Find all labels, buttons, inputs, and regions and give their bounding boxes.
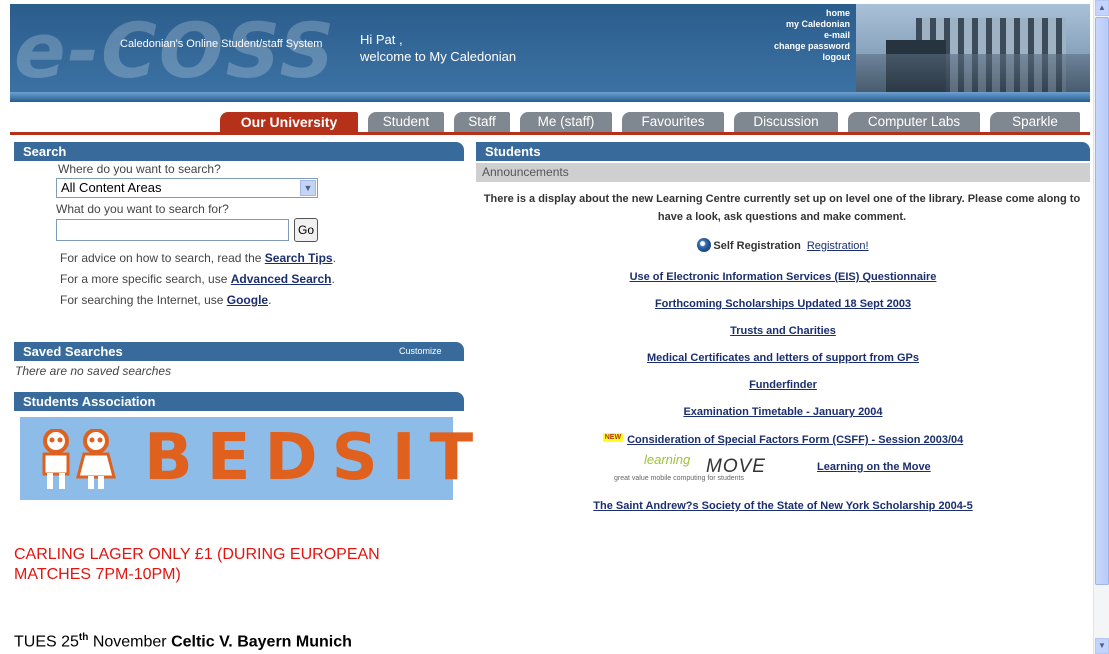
greeting-line-1: Hi Pat ,	[360, 32, 403, 47]
lotm-logo-tagline: great value mobile computing for student…	[614, 475, 744, 482]
search-area-value: All Content Areas	[61, 180, 162, 195]
registration-link[interactable]: Registration!	[807, 240, 869, 252]
tab-discussion[interactable]: Discussion	[724, 112, 838, 132]
tab-me-staff[interactable]: Me (staff)	[510, 112, 612, 132]
tab-favourites[interactable]: Favourites	[612, 112, 724, 132]
people-icon	[42, 429, 116, 489]
google-search-prefix: For searching the Internet, use	[60, 293, 227, 307]
page: e-COSS Caledonian's Online Student/staff…	[0, 0, 1109, 654]
fixture-match: Celtic V. Bayern Munich	[171, 633, 352, 651]
search-tips-line: For advice on how to search, read the Se…	[60, 251, 336, 265]
students-panel-title: Students	[476, 142, 1090, 161]
search-area-select[interactable]: All Content Areas ▼	[56, 178, 318, 198]
advanced-search-link[interactable]: Advanced Search	[231, 272, 332, 286]
scroll-down-icon[interactable]: ▼	[1095, 638, 1109, 654]
bedsit-banner-text: BEDSIT	[144, 421, 488, 495]
fixture-text: TUES 25th November Celtic V. Bayern Muni…	[14, 632, 352, 651]
change-password-link[interactable]: change password	[770, 41, 850, 52]
period: .	[268, 293, 272, 307]
home-link[interactable]: home	[770, 8, 850, 19]
my-caledonian-link[interactable]: my Caledonian	[770, 19, 850, 30]
exam-timetable-link[interactable]: Examination Timetable - January 2004	[683, 406, 882, 418]
tab-computer-labs[interactable]: Computer Labs	[838, 112, 980, 132]
search-tips-prefix: For advice on how to search, read the	[60, 251, 265, 265]
new-badge: NEW	[602, 433, 624, 442]
google-search-line: For searching the Internet, use Google.	[60, 293, 271, 307]
csff-link[interactable]: Consideration of Special Factors Form (C…	[627, 434, 963, 446]
tab-student[interactable]: Student	[358, 112, 444, 132]
saint-andrews-item: The Saint Andrew?s Society of the State …	[476, 500, 1090, 512]
advanced-search-prefix: For a more specific search, use	[60, 272, 231, 286]
what-label: What do you want to search for?	[56, 202, 229, 216]
trusts-charities-link[interactable]: Trusts and Charities	[730, 325, 836, 337]
header-banner: e-COSS Caledonian's Online Student/staff…	[10, 4, 1090, 102]
site-tagline: Caledonian's Online Student/staff System	[120, 38, 323, 50]
learning-on-the-move-logo: learning MOVE great value mobile computi…	[614, 452, 784, 488]
logout-link[interactable]: logout	[770, 52, 851, 63]
exam-timetable-item: Examination Timetable - January 2004	[476, 406, 1090, 418]
campus-building-photo	[856, 4, 1090, 94]
tab-our-university[interactable]: Our University	[210, 112, 358, 132]
chevron-down-icon[interactable]: ▼	[300, 180, 316, 196]
students-association-title: Students Association	[14, 392, 464, 411]
saved-searches-title: Saved Searches	[14, 342, 464, 361]
user-greeting: Hi Pat , welcome to My Caledonian	[360, 31, 516, 65]
learning-on-the-move-item: Learning on the Move	[817, 461, 931, 473]
no-saved-searches-text: There are no saved searches	[15, 364, 172, 378]
self-registration-line: Self Registration Registration!	[476, 238, 1090, 252]
trusts-charities-item: Trusts and Charities	[476, 325, 1090, 337]
learning-on-the-move-link[interactable]: Learning on the Move	[817, 461, 931, 473]
fixture-day-suffix: th	[78, 632, 89, 643]
globe-icon	[697, 238, 712, 252]
period: .	[332, 251, 336, 265]
announcement-text: There is a display about the new Learnin…	[483, 193, 1081, 223]
announcements-header: Announcements	[476, 163, 1090, 182]
scrollbar-thumb[interactable]	[1095, 17, 1109, 585]
promo-text: CARLING LAGER ONLY £1 (DURING EUROPEAN M…	[14, 546, 380, 583]
medical-certificates-link[interactable]: Medical Certificates and letters of supp…	[647, 352, 919, 364]
scholarships-item: Forthcoming Scholarships Updated 18 Sept…	[476, 298, 1090, 310]
eis-questionnaire-item: Use of Electronic Information Services (…	[476, 271, 1090, 283]
medical-certificates-item: Medical Certificates and letters of supp…	[476, 352, 1090, 364]
lotm-logo-word-1: learning	[644, 452, 691, 467]
where-label: Where do you want to search?	[58, 162, 221, 176]
tab-bar: Our University Student Staff Me (staff) …	[10, 112, 1090, 135]
go-button[interactable]: Go	[294, 218, 318, 242]
greeting-line-2: welcome to My Caledonian	[360, 49, 517, 64]
self-registration-label: Self Registration	[713, 240, 801, 252]
scholarships-link[interactable]: Forthcoming Scholarships Updated 18 Sept…	[655, 298, 911, 310]
google-link[interactable]: Google	[227, 293, 268, 307]
scroll-up-icon[interactable]: ▲	[1095, 0, 1109, 16]
advanced-search-line: For a more specific search, use Advanced…	[60, 272, 335, 286]
search-panel-title: Search	[14, 142, 464, 161]
vertical-scrollbar[interactable]: ▲ ▼	[1093, 0, 1109, 654]
funderfinder-link[interactable]: Funderfinder	[749, 379, 817, 391]
fixture-month: November	[88, 633, 172, 651]
tab-underline	[10, 132, 1090, 135]
fixture-day: TUES 25	[14, 633, 79, 651]
customize-link[interactable]: Customize	[399, 346, 442, 356]
tab-sparkle[interactable]: Sparkle	[980, 112, 1080, 132]
header-links: home my Caledonian e-mail change passwor…	[770, 8, 850, 63]
period: .	[331, 272, 335, 286]
csff-item: NEW Consideration of Special Factors Form…	[476, 433, 1090, 446]
search-tips-link[interactable]: Search Tips	[265, 251, 333, 265]
search-input[interactable]	[56, 219, 289, 241]
ecoss-logo: e-COSS	[14, 6, 337, 95]
header-stripe	[10, 92, 1090, 102]
eis-questionnaire-link[interactable]: Use of Electronic Information Services (…	[630, 271, 937, 283]
funderfinder-item: Funderfinder	[476, 379, 1090, 391]
bedsit-banner[interactable]: BEDSIT	[20, 417, 473, 500]
saint-andrews-link[interactable]: The Saint Andrew?s Society of the State …	[593, 500, 972, 512]
email-link[interactable]: e-mail	[770, 30, 850, 41]
tab-staff[interactable]: Staff	[444, 112, 510, 132]
